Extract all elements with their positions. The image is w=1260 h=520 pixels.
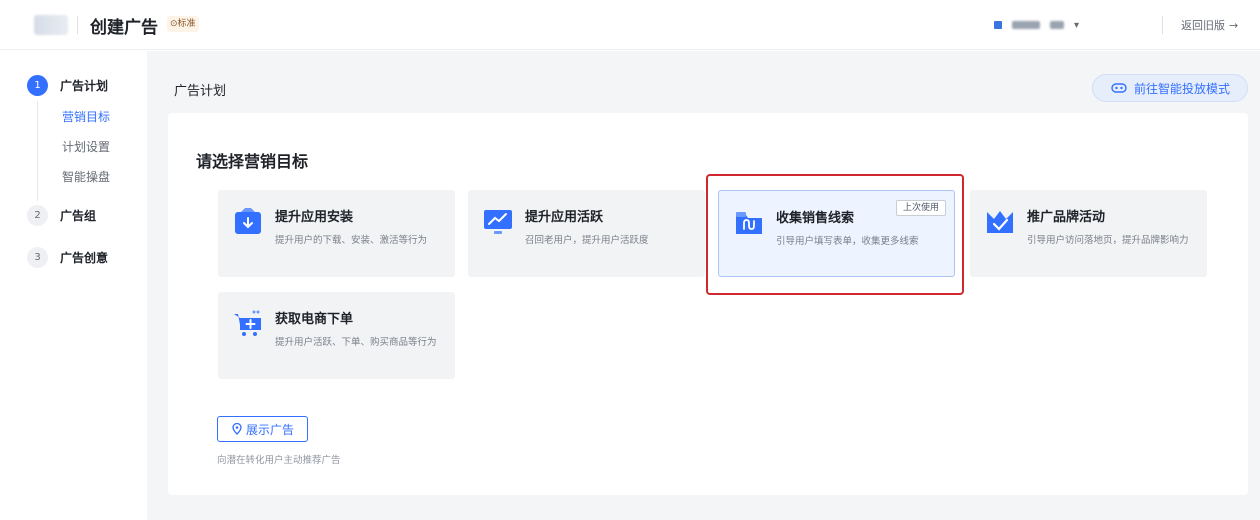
substep-plan-settings[interactable]: 计划设置	[62, 138, 110, 155]
account-switcher[interactable]: ▾	[994, 17, 1079, 33]
card-title: 提升应用安装	[275, 210, 354, 225]
account-id	[1050, 21, 1064, 29]
account-name	[1012, 21, 1040, 29]
step-number: 2	[27, 205, 48, 226]
card-title: 推广品牌活动	[1027, 210, 1106, 225]
section-title: 广告计划	[174, 84, 227, 99]
display-ads-label: 展示广告	[245, 422, 294, 437]
card-title: 收集销售线索	[776, 211, 855, 226]
goal-card-brand-promotion[interactable]: 推广品牌活动 引导用户访问落地页，提升品牌影响力	[970, 190, 1207, 277]
back-to-old-version-link[interactable]: 返回旧版 →	[1181, 17, 1238, 33]
goal-card-ecommerce-order[interactable]: 获取电商下单 提升用户活跃、下单、购买商品等行为	[218, 292, 455, 379]
account-avatar-icon	[994, 21, 1002, 29]
top-bar: 创建广告 ⊙标准 ▾ 返回旧版 →	[0, 0, 1260, 50]
trend-monitor-icon	[484, 210, 512, 234]
substep-marketing-goal[interactable]: 营销目标	[62, 108, 110, 125]
crown-check-icon	[987, 211, 1013, 233]
page-title: 创建广告	[90, 18, 158, 38]
logo[interactable]	[34, 15, 68, 35]
step-label: 广告创意	[60, 251, 109, 265]
goal-card-sales-leads[interactable]: 收集销售线索 引导用户填写表单，收集更多线索 上次使用	[718, 190, 955, 277]
robot-icon	[1111, 83, 1127, 93]
substep-line	[37, 101, 38, 201]
back-link-label: 返回旧版	[1181, 19, 1225, 32]
goal-card-app-active[interactable]: 提升应用活跃 召回老用户，提升用户活跃度	[468, 190, 705, 277]
display-ads-button[interactable]: 展示广告	[217, 416, 308, 442]
smart-mode-label: 前往智能投放模式	[1133, 81, 1230, 96]
card-desc: 提升用户的下载、安装、激活等行为	[275, 235, 428, 246]
location-pin-icon	[232, 423, 242, 435]
step-ad-plan[interactable]: 1 广告计划	[27, 75, 108, 96]
arrow-right-icon: →	[1229, 18, 1239, 32]
step-nav: 1 广告计划 营销目标 计划设置 智能操盘 2 广告组 3 广告创意	[0, 51, 147, 520]
goal-card-app-install[interactable]: 提升应用安装 提升用户的下载、安装、激活等行为	[218, 190, 455, 277]
card-desc: 召回老用户，提升用户活跃度	[525, 235, 649, 246]
substep-smart-operation[interactable]: 智能操盘	[62, 168, 110, 185]
download-box-icon	[235, 208, 261, 234]
cart-plus-icon	[234, 310, 261, 336]
divider	[1162, 16, 1163, 34]
step-label: 广告组	[60, 209, 97, 223]
step-ad-creative[interactable]: 3 广告创意	[27, 247, 108, 268]
card-title: 获取电商下单	[275, 312, 354, 327]
last-used-tag: 上次使用	[895, 200, 946, 216]
step-ad-group[interactable]: 2 广告组	[27, 205, 96, 226]
divider	[77, 16, 78, 34]
panel-title: 请选择营销目标	[196, 152, 309, 171]
card-desc: 引导用户填写表单，收集更多线索	[776, 236, 919, 247]
display-ads-desc: 向潜在转化用户主动推荐广告	[217, 455, 341, 466]
chevron-down-icon[interactable]: ▾	[1074, 20, 1079, 31]
step-number: 3	[27, 247, 48, 268]
card-desc: 提升用户活跃、下单、购买商品等行为	[275, 337, 437, 348]
step-number: 1	[27, 75, 48, 96]
step-label: 广告计划	[60, 79, 109, 93]
folder-wave-icon	[736, 212, 762, 234]
smart-mode-button[interactable]: 前往智能投放模式	[1092, 74, 1248, 102]
card-title: 提升应用活跃	[525, 210, 604, 225]
standard-badge: ⊙标准	[167, 16, 199, 32]
card-desc: 引导用户访问落地页，提升品牌影响力	[1027, 235, 1189, 246]
